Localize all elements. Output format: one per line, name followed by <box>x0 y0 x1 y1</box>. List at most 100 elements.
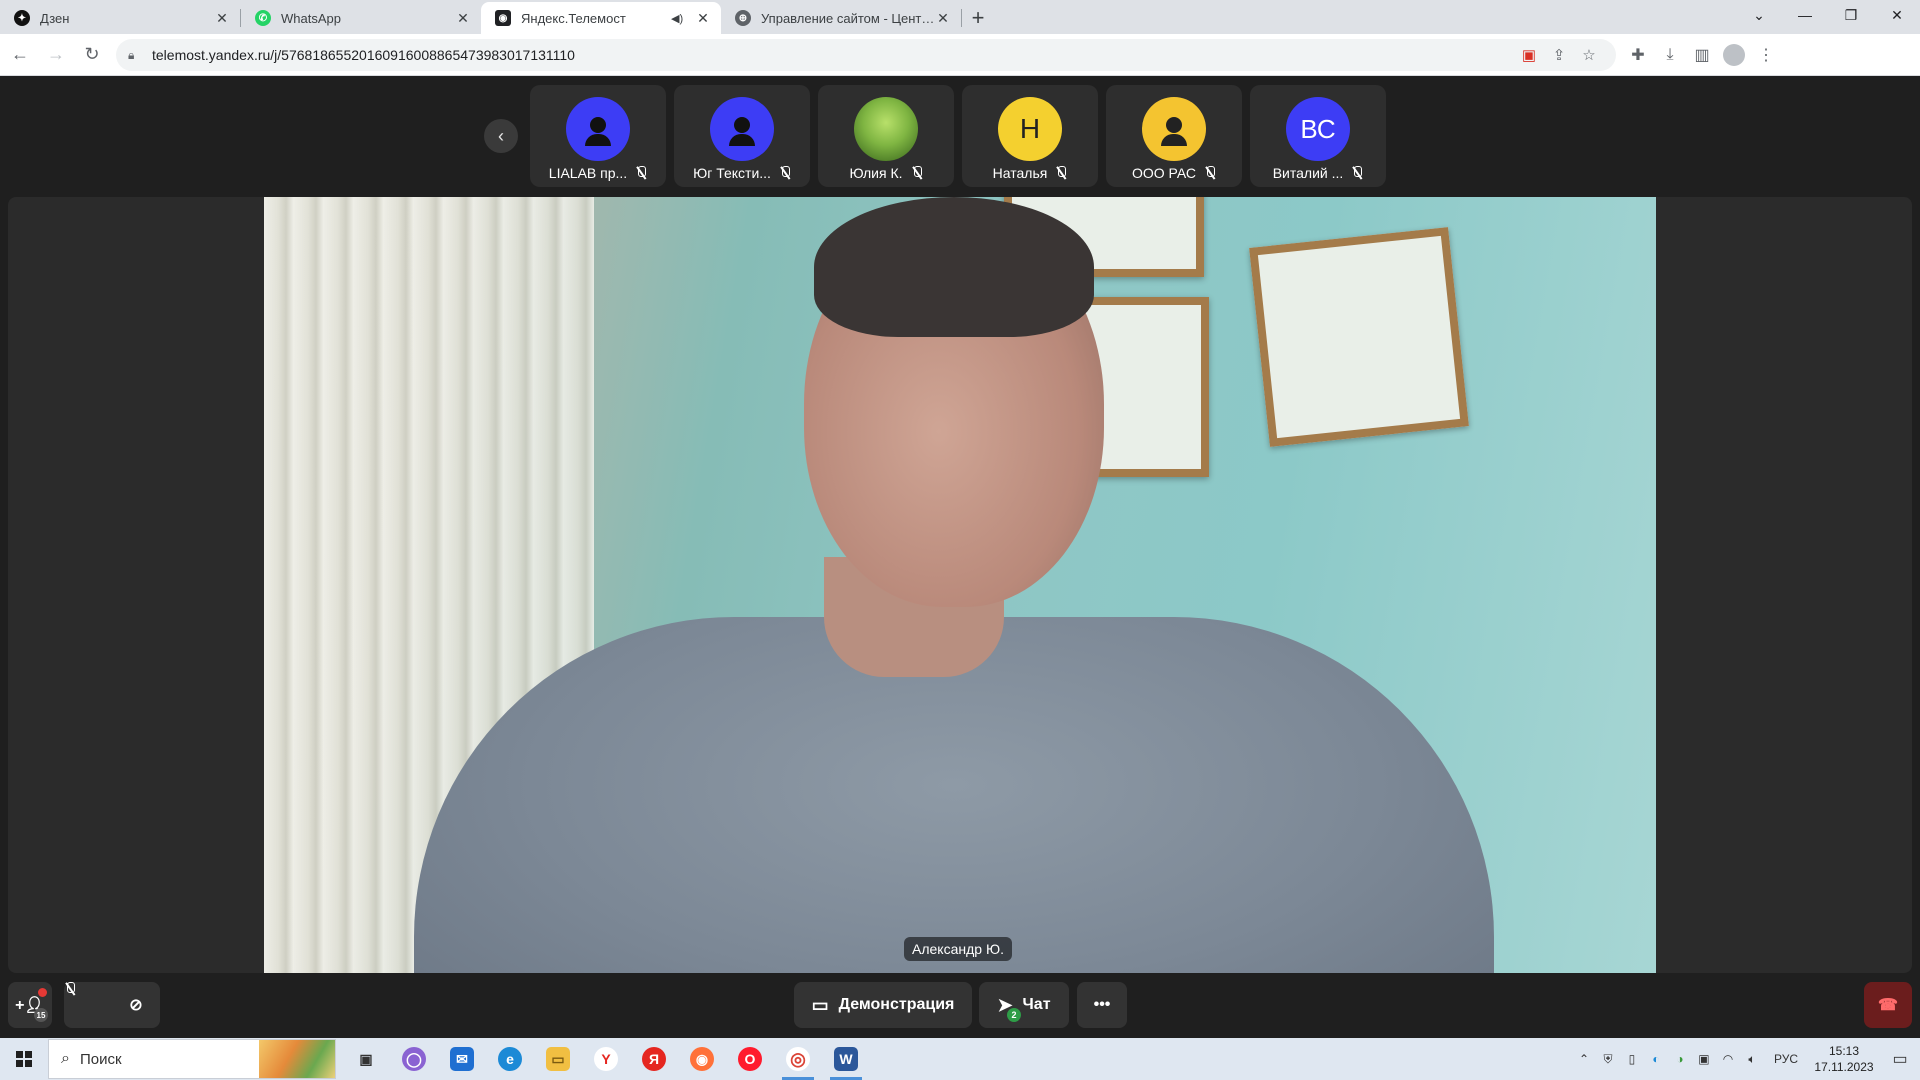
tab-telemost[interactable]: ◉ Яндекс.Телемост ◀) ✕ <box>481 2 721 34</box>
system-tray: ⌃ ⛨ ▯ ◐ ◑ ▣ ◠ 🔈︎ РУС 15:13 17.11.2023 ▭ <box>1572 1038 1920 1080</box>
wifi-icon[interactable]: ◠ <box>1716 1052 1740 1066</box>
toolbar-actions: ✚ ⤓ ▥ ⋮ <box>1622 43 1782 66</box>
menu-kebab-icon[interactable]: ⋮ <box>1750 45 1782 65</box>
cast-icon: ▭ <box>811 994 829 1015</box>
participant-tile[interactable]: ВС Виталий ... <box>1250 85 1386 187</box>
camera-off-icon: ⊘ <box>129 997 143 1014</box>
hang-up-icon: ☎︎ <box>1878 997 1898 1014</box>
dzen-favicon-icon: ✦ <box>14 10 30 26</box>
speaker-video[interactable]: Александр Ю. <box>264 197 1656 973</box>
participant-name-bar: Виталий ... <box>1258 163 1378 183</box>
windows-logo-icon <box>16 1051 32 1067</box>
download-icon[interactable]: ⤓ <box>1654 46 1686 64</box>
participant-name: Наталья <box>992 165 1048 181</box>
mic-off-icon <box>81 997 95 1013</box>
participant-tile[interactable]: Юлия К. <box>818 85 954 187</box>
close-tab-icon[interactable]: ✕ <box>214 10 230 27</box>
usb-device-icon[interactable]: ▯ <box>1620 1052 1644 1066</box>
opera-icon[interactable]: O <box>726 1038 774 1080</box>
side-panel-icon[interactable]: ▥ <box>1686 45 1718 65</box>
task-view-icon[interactable]: ▣ <box>342 1038 390 1080</box>
user-icon <box>1142 97 1206 161</box>
meet-now-icon[interactable]: ▣ <box>1692 1052 1716 1066</box>
mic-off-icon <box>1055 166 1067 180</box>
yandex-icon[interactable]: Я <box>630 1038 678 1080</box>
more-options-button[interactable]: ••• <box>1077 982 1127 1028</box>
back-button[interactable]: ← <box>4 39 36 71</box>
camera-toggle-button[interactable]: ⊘ <box>112 982 160 1028</box>
chrome-icon[interactable]: ◎ <box>774 1038 822 1080</box>
tab-dzen[interactable]: ✦ Дзен ✕ <box>0 2 240 34</box>
camera-blocked-icon[interactable]: ▣ <box>1514 46 1544 64</box>
tray-app-icon[interactable]: ◑ <box>1668 1052 1692 1066</box>
word-icon[interactable]: W <box>822 1038 870 1080</box>
mic-off-icon <box>1351 166 1363 180</box>
participant-tile[interactable]: Н Наталья <box>962 85 1098 187</box>
edge-icon[interactable]: e <box>486 1038 534 1080</box>
telemost-favicon-icon: ◉ <box>495 10 511 26</box>
volume-icon[interactable]: 🔈︎ <box>1740 1052 1764 1067</box>
participant-tile[interactable]: ООО РАС <box>1106 85 1242 187</box>
participant-name-bar: ООО РАС <box>1114 163 1234 183</box>
close-tab-icon[interactable]: ✕ <box>695 10 711 27</box>
main-video-stage: Александр Ю. <box>8 197 1912 973</box>
taskbar-search[interactable]: ⌕ Поиск <box>48 1039 336 1079</box>
tray-app-icon[interactable]: ◐ <box>1644 1052 1668 1066</box>
new-tab-button[interactable]: + <box>962 2 994 34</box>
tab-site-management[interactable]: ⊕ Управление сайтом - Центр по ✕ <box>721 2 961 34</box>
participants-count-badge: 15 <box>34 1008 48 1022</box>
mic-off-icon <box>779 166 791 180</box>
share-icon[interactable]: ⇪ <box>1544 46 1574 64</box>
mic-off-icon <box>635 166 647 180</box>
close-window-button[interactable]: ✕ <box>1874 0 1920 30</box>
search-placeholder: Поиск <box>79 1050 122 1068</box>
wall-certificate <box>1249 227 1469 447</box>
minimize-button[interactable]: — <box>1782 0 1828 30</box>
participant-tile[interactable]: LIALAB пр... <box>530 85 666 187</box>
extensions-puzzle-icon[interactable]: ✚ <box>1622 45 1654 65</box>
bookmark-star-icon[interactable]: ☆ <box>1574 46 1604 64</box>
whatsapp-favicon-icon: ✆ <box>255 10 271 26</box>
input-language[interactable]: РУС <box>1774 1052 1798 1066</box>
screen-share-button[interactable]: ▭ Демонстрация <box>794 982 972 1028</box>
browser-tab-strip: ✦ Дзен ✕ ✆ WhatsApp ✕ ◉ Яндекс.Телемост … <box>0 0 1920 34</box>
cortana-icon[interactable]: ◯ <box>390 1038 438 1080</box>
screen: ✦ Дзен ✕ ✆ WhatsApp ✕ ◉ Яндекс.Телемост … <box>0 0 1920 1080</box>
address-bar[interactable]: 🔒︎ telemost.yandex.ru/j/5768186552016091… <box>116 38 1616 71</box>
mail-icon[interactable]: ✉ <box>438 1038 486 1080</box>
globe-favicon-icon: ⊕ <box>735 10 751 26</box>
telemost-app: ‹ LIALAB пр... Юг Тексти... Юлия К. Н На… <box>0 77 1920 1038</box>
tab-title: WhatsApp <box>281 10 341 26</box>
close-tab-icon[interactable]: ✕ <box>935 10 951 27</box>
more-dots-icon: ••• <box>1093 996 1111 1013</box>
microphone-toggle-button[interactable] <box>64 982 112 1028</box>
tab-search-icon[interactable]: ⌄ <box>1736 0 1782 30</box>
reload-button[interactable]: ↻ <box>76 39 108 71</box>
profile-avatar[interactable] <box>1723 43 1745 66</box>
user-icon <box>566 97 630 161</box>
clock-time: 15:13 <box>1828 1044 1860 1058</box>
chevron-up-icon[interactable]: ⌃ <box>1572 1052 1596 1066</box>
security-shield-icon[interactable]: ⛨ <box>1596 1052 1620 1067</box>
firefox-icon[interactable]: ◉ <box>678 1038 726 1080</box>
participant-tile[interactable]: Юг Тексти... <box>674 85 810 187</box>
clock[interactable]: 15:13 17.11.2023 <box>1808 1043 1880 1075</box>
yandex-browser-icon[interactable]: Y <box>582 1038 630 1080</box>
lock-icon[interactable]: 🔒︎ <box>128 48 142 62</box>
file-explorer-icon[interactable]: ▭ <box>534 1038 582 1080</box>
end-call-button[interactable]: ☎︎ <box>1864 982 1912 1028</box>
chat-button[interactable]: ➤ Чат 2 <box>979 982 1069 1028</box>
notifications-icon[interactable]: ▭ <box>1880 1049 1920 1069</box>
invite-participants-button[interactable]: +👤︎ 15 <box>8 982 52 1028</box>
audio-playing-icon[interactable]: ◀) <box>671 12 687 25</box>
search-icon: ⌕ <box>61 1050 70 1067</box>
forward-button[interactable]: → <box>40 39 72 71</box>
tab-title: Яндекс.Телемост <box>521 10 626 26</box>
participant-name: Юлия К. <box>849 165 903 181</box>
start-button[interactable] <box>0 1038 48 1080</box>
restore-button[interactable]: ❐ <box>1828 0 1874 30</box>
close-tab-icon[interactable]: ✕ <box>455 10 471 27</box>
tab-title: Дзен <box>40 10 70 26</box>
chevron-left-icon[interactable]: ‹ <box>484 119 518 153</box>
tab-whatsapp[interactable]: ✆ WhatsApp ✕ <box>241 2 481 34</box>
